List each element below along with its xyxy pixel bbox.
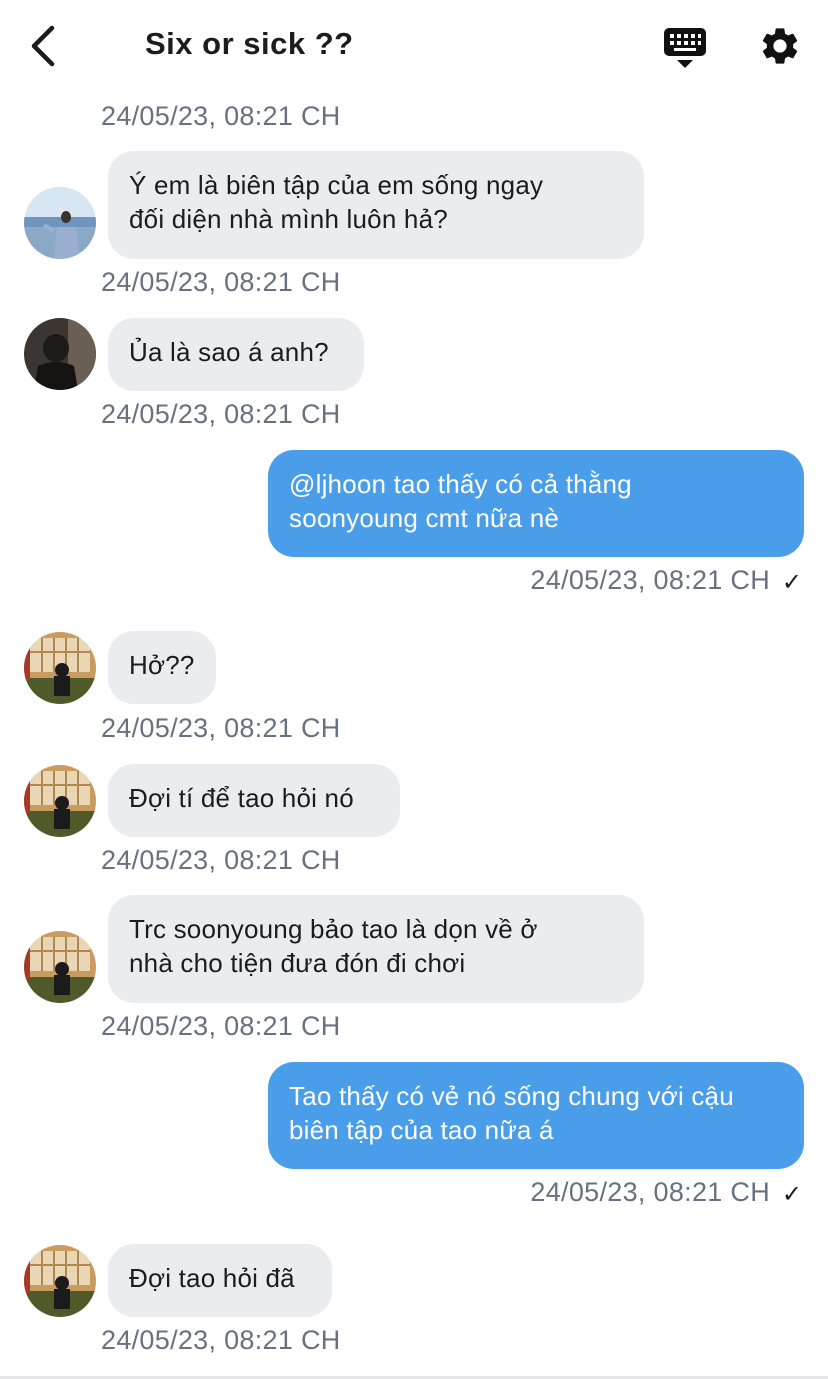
avatar-photo-beach	[24, 187, 96, 259]
gear-icon	[762, 28, 798, 64]
avatar-photo-room	[24, 1245, 96, 1317]
message-timestamp: 24/05/23, 08:21 CH	[101, 267, 341, 297]
avatar-photo-room	[24, 765, 96, 837]
message-text-line: Tao thấy có vẻ nó sống chung với cậu	[289, 1081, 734, 1111]
message-text-line: Trc soonyoung bảo tao là dọn về ở	[129, 914, 538, 944]
keyboard-button[interactable]	[662, 26, 708, 70]
incoming-message-bubble[interactable]: Đợi tí để tao hỏi nó	[108, 764, 400, 837]
chat-header: Six or sick ??	[0, 0, 828, 92]
message-timestamp: 24/05/23, 08:21 CH	[530, 1177, 770, 1207]
back-button[interactable]	[26, 22, 66, 70]
avatar-photo-room	[24, 931, 96, 1003]
chevron-left-icon	[31, 25, 55, 67]
message-text-line: Hở??	[129, 650, 195, 680]
avatar-photo-dark	[24, 318, 96, 390]
message-timestamp: 24/05/23, 08:21 CH	[101, 713, 341, 743]
outgoing-message-bubble[interactable]: Tao thấy có vẻ nó sống chung với cậu biê…	[268, 1062, 804, 1169]
avatar[interactable]	[24, 318, 96, 390]
incoming-message-bubble[interactable]: Trc soonyoung bảo tao là dọn về ở nhà ch…	[108, 895, 644, 1003]
incoming-message-bubble[interactable]: Ủa là sao á anh?	[108, 318, 364, 391]
message-timestamp: 24/05/23, 08:21 CH	[101, 1011, 341, 1041]
message-timestamp: 24/05/23, 08:21 CH	[530, 565, 770, 595]
message-text-line: Ý em là biên tập của em sống ngay	[129, 170, 544, 200]
incoming-message-bubble[interactable]: Ý em là biên tập của em sống ngay đối di…	[108, 151, 644, 259]
avatar[interactable]	[24, 632, 96, 704]
message-text-line: Ủa là sao á anh?	[129, 337, 329, 367]
incoming-message-bubble[interactable]: Đợi tao hỏi đã	[108, 1244, 332, 1317]
outgoing-message-bubble[interactable]: @ljhoon tao thấy có cả thằng soonyoung c…	[268, 450, 804, 557]
incoming-message-bubble[interactable]: Hở??	[108, 631, 216, 704]
avatar[interactable]	[24, 931, 96, 1003]
message-text-line: @ljhoon tao thấy có cả thằng	[289, 469, 632, 499]
message-text-line: nhà cho tiện đưa đón đi chơi	[129, 948, 466, 978]
avatar[interactable]	[24, 187, 96, 259]
message-timestamp: 24/05/23, 08:21 CH	[101, 101, 341, 131]
message-timestamp: 24/05/23, 08:21 CH	[101, 845, 341, 875]
message-text-line: Đợi tao hỏi đã	[129, 1263, 295, 1293]
message-text-line: soonyoung cmt nữa nè	[289, 503, 560, 533]
sent-check-icon: ✓	[781, 569, 802, 596]
message-text-line: đối diện nhà mình luôn hả?	[129, 204, 448, 234]
message-text-line: Đợi tí để tao hỏi nó	[129, 783, 354, 813]
conversation-title: Six or sick ??	[145, 26, 354, 61]
message-timestamp: 24/05/23, 08:21 CH	[101, 399, 341, 429]
avatar[interactable]	[24, 1245, 96, 1317]
settings-button[interactable]	[758, 24, 802, 68]
message-timestamp: 24/05/23, 08:21 CH	[101, 1325, 341, 1355]
sent-check-icon: ✓	[781, 1181, 802, 1208]
avatar-photo-room	[24, 632, 96, 704]
avatar[interactable]	[24, 765, 96, 837]
message-text-line: biên tập của tao nữa á	[289, 1115, 554, 1145]
keyboard-icon	[664, 28, 706, 68]
